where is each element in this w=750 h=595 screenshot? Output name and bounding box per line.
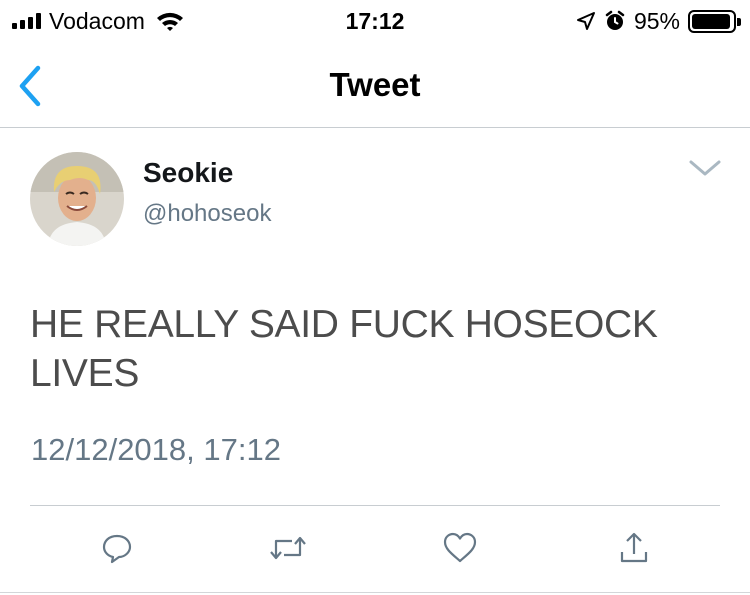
like-button[interactable] bbox=[440, 528, 480, 568]
display-name[interactable]: Seokie bbox=[143, 157, 233, 189]
status-right: 95% bbox=[576, 6, 741, 36]
tweet-text: HE REALLY SAID FUCK HOSEOCK LIVES bbox=[30, 303, 658, 395]
chevron-down-icon bbox=[689, 160, 721, 176]
username[interactable]: @hohoseok bbox=[143, 200, 271, 228]
retweet-icon bbox=[270, 536, 306, 560]
battery-fill bbox=[692, 13, 730, 29]
reply-button[interactable] bbox=[97, 528, 137, 568]
bottom-divider bbox=[0, 592, 750, 593]
tweet-timestamp: 12/12/2018, 17:12 bbox=[31, 432, 281, 467]
retweet-button[interactable] bbox=[268, 528, 308, 568]
avatar[interactable] bbox=[30, 152, 124, 246]
location-arrow-icon bbox=[576, 12, 595, 30]
profile-photo bbox=[30, 152, 124, 246]
navigation-bar: Tweet bbox=[0, 44, 750, 128]
share-button[interactable] bbox=[614, 528, 654, 568]
status-bar: Vodacom 17:12 95% bbox=[0, 0, 750, 44]
battery-icon bbox=[688, 9, 741, 33]
heart-icon bbox=[443, 532, 477, 563]
share-upload-icon bbox=[620, 532, 648, 563]
battery-percent: 95% bbox=[633, 7, 680, 34]
divider bbox=[30, 505, 720, 506]
alarm-icon bbox=[605, 10, 625, 30]
reply-bubble-icon bbox=[102, 534, 132, 564]
page-title: Tweet bbox=[329, 66, 421, 103]
tweet-menu-button[interactable] bbox=[686, 156, 724, 180]
